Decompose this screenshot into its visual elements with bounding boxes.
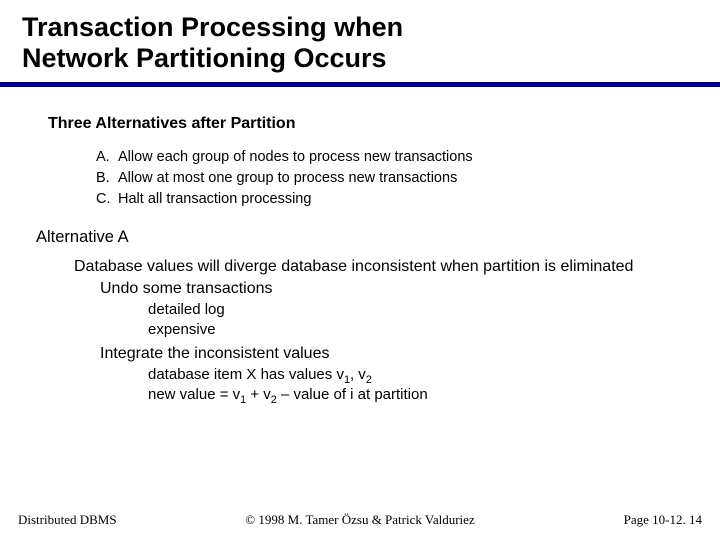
list-item: A. Allow each group of nodes to process … bbox=[96, 147, 680, 168]
list-text-b: Allow at most one group to process new t… bbox=[118, 168, 457, 189]
alternatives-list: A. Allow each group of nodes to process … bbox=[96, 147, 680, 210]
int-d2-post: – value of i at partition bbox=[277, 386, 428, 403]
slide-title: Transaction Processing when Network Part… bbox=[0, 0, 720, 78]
list-item: B. Allow at most one group to process ne… bbox=[96, 168, 680, 189]
alt-a-integrate-detail-2: new value = v1 + v2 – value of i at part… bbox=[148, 385, 680, 405]
list-text-c: Halt all transaction processing bbox=[118, 189, 311, 210]
alt-a-undo-detail-1: detailed log bbox=[148, 300, 680, 320]
list-item: C. Halt all transaction processing bbox=[96, 189, 680, 210]
alt-a-integrate-detail-1: database item X has values v1, v2 bbox=[148, 365, 680, 385]
alt-a-diverge-text: Database values will diverge database in… bbox=[74, 257, 680, 277]
slide-body: Three Alternatives after Partition A. Al… bbox=[0, 87, 720, 406]
section-heading-three-alternatives: Three Alternatives after Partition bbox=[48, 115, 680, 133]
slide: Transaction Processing when Network Part… bbox=[0, 0, 720, 540]
alt-a-undo-detail-2: expensive bbox=[148, 320, 680, 340]
alt-a-undo-heading: Undo some transactions bbox=[100, 279, 680, 300]
title-line-2: Network Partitioning Occurs bbox=[22, 43, 387, 73]
footer-right: Page 10-12. 14 bbox=[552, 512, 702, 528]
footer-center: © 1998 M. Tamer Özsu & Patrick Valduriez bbox=[168, 512, 552, 528]
sub-2: 2 bbox=[366, 374, 372, 386]
alt-a-integrate-heading: Integrate the inconsistent values bbox=[100, 344, 680, 365]
slide-footer: Distributed DBMS © 1998 M. Tamer Özsu & … bbox=[0, 512, 720, 528]
int-d2-mid: + v bbox=[246, 386, 271, 403]
int-d1-pre: database item X has values v bbox=[148, 366, 344, 383]
title-line-1: Transaction Processing when bbox=[22, 12, 403, 42]
int-d2-pre: new value = v bbox=[148, 386, 240, 403]
list-label-c: C. bbox=[96, 189, 118, 210]
section-heading-alternative-a: Alternative A bbox=[36, 228, 680, 247]
list-label-a: A. bbox=[96, 147, 118, 168]
footer-left: Distributed DBMS bbox=[18, 512, 168, 528]
list-label-b: B. bbox=[96, 168, 118, 189]
int-d1-mid: , v bbox=[350, 366, 366, 383]
list-text-a: Allow each group of nodes to process new… bbox=[118, 147, 473, 168]
